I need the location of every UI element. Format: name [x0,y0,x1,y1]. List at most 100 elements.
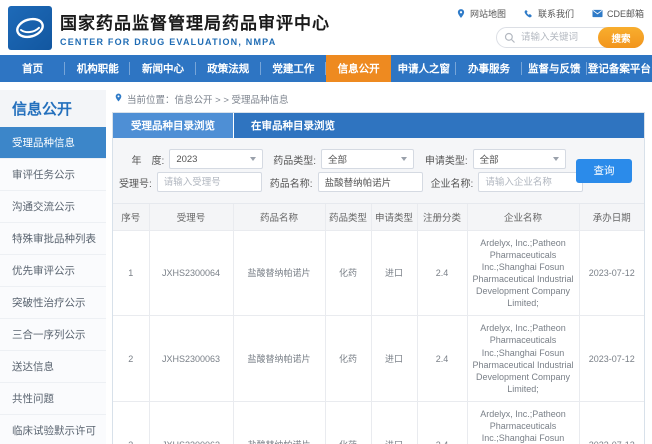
tab-0[interactable]: 受理品种目录浏览 [113,113,233,138]
table-row: 2JXHS2300063盐酸替纳帕诺片化药进口2.4Ardelyx, Inc.;… [113,316,644,402]
table-cell: JXHS2300063 [149,316,233,402]
table-cell: 盐酸替纳帕诺片 [233,230,325,316]
cde-logo [8,6,52,50]
table-cell: Ardelyx, Inc.;Patheon Pharmaceuticals In… [467,402,579,444]
table-cell: 2023-07-12 [579,230,644,316]
nav-item-0[interactable]: 首页 [0,55,65,82]
sidebar: 信息公开 受理品种信息审评任务公示沟通交流公示特殊审批品种列表优先审评公示突破性… [0,90,106,444]
header-right: 网站地图 联系我们 CDE邮箱 搜索 [456,7,644,48]
breadcrumb-text: 当前位置：信息公开 > > 受理品种信息 [127,92,289,106]
table-cell: 盐酸替纳帕诺片 [233,402,325,444]
quick-link-1[interactable]: 联系我们 [524,7,574,20]
filter-row-1: 年 度: 2023 药品类型: 全部 申请类型: 全部 [119,149,574,169]
chevron-down-icon [553,157,559,161]
table-cell: JXHS2300064 [149,230,233,316]
nav-item-5[interactable]: 信息公开 [326,55,391,82]
table-row: 1JXHS2300064盐酸替纳帕诺片化药进口2.4Ardelyx, Inc.;… [113,230,644,316]
tab-1[interactable]: 在审品种目录浏览 [233,113,353,138]
sidebar-item-5[interactable]: 突破性治疗公示 [0,287,106,319]
chevron-down-icon [401,157,407,161]
drug-type-select[interactable]: 全部 [321,149,414,169]
quick-link-2[interactable]: CDE邮箱 [592,7,644,20]
column-header-1: 受理号 [149,204,233,230]
tab-bar: 受理品种目录浏览在审品种目录浏览 [113,113,644,138]
filter-panel: 年 度: 2023 药品类型: 全部 申请类型: 全部 受理号: [113,138,644,204]
year-select[interactable]: 2023 [169,149,262,169]
column-header-7: 承办日期 [579,204,644,230]
table-cell: 化药 [325,402,371,444]
drug-type-label: 药品类型: [271,152,316,167]
main-nav: 首页机构职能新闻中心政策法规党建工作信息公开申请人之窗办事服务监督与反馈登记备案… [0,55,652,82]
content-panel: 受理品种目录浏览在审品种目录浏览 年 度: 2023 药品类型: 全部 申请类型… [112,112,645,444]
table-cell: 盐酸替纳帕诺片 [233,316,325,402]
sidebar-menu: 受理品种信息审评任务公示沟通交流公示特殊审批品种列表优先审评公示突破性治疗公示三… [0,127,106,444]
search-button[interactable]: 搜索 [598,27,644,48]
table-cell: 2.4 [417,316,467,402]
table-cell: 2023-07-12 [579,316,644,402]
sidebar-item-0[interactable]: 受理品种信息 [0,127,106,159]
table-cell: 进口 [371,230,417,316]
column-header-0: 序号 [113,204,149,230]
table-header-row: 序号受理号药品名称药品类型申请类型注册分类企业名称承办日期 [113,204,644,230]
filter-row-2: 受理号: 药品名称: 企业名称: [119,172,574,192]
table-cell: Ardelyx, Inc.;Patheon Pharmaceuticals In… [467,230,579,316]
main-content: 当前位置：信息公开 > > 受理品种信息 受理品种目录浏览在审品种目录浏览 年 … [112,90,645,444]
nav-item-3[interactable]: 政策法规 [196,55,261,82]
table-cell: 化药 [325,230,371,316]
company-input[interactable] [478,172,583,192]
table-cell: 2.4 [417,230,467,316]
site-header: 国家药品监督管理局药品审评中心 CENTER FOR DRUG EVALUATI… [0,0,652,55]
nav-item-4[interactable]: 党建工作 [261,55,326,82]
table-cell: JXHS2300062 [149,402,233,444]
nav-item-7[interactable]: 办事服务 [456,55,521,82]
sidebar-item-2[interactable]: 沟通交流公示 [0,191,106,223]
column-header-3: 药品类型 [325,204,371,230]
chevron-down-icon [250,157,256,161]
table-cell: 1 [113,230,149,316]
header-searchbar: 搜索 [496,27,644,48]
apply-type-select[interactable]: 全部 [473,149,566,169]
nav-item-2[interactable]: 新闻中心 [130,55,195,82]
table-cell: 化药 [325,316,371,402]
table-cell: Ardelyx, Inc.;Patheon Pharmaceuticals In… [467,316,579,402]
year-label: 年 度: [119,152,164,167]
apply-type-label: 申请类型: [422,152,467,167]
sidebar-item-1[interactable]: 审评任务公示 [0,159,106,191]
table-cell: 3 [113,402,149,444]
page-body: 信息公开 受理品种信息审评任务公示沟通交流公示特殊审批品种列表优先审评公示突破性… [0,82,652,444]
column-header-2: 药品名称 [233,204,325,230]
table-row: 3JXHS2300062盐酸替纳帕诺片化药进口2.4Ardelyx, Inc.;… [113,402,644,444]
company-label: 企业名称: [431,175,474,190]
table-cell: 进口 [371,316,417,402]
acceptance-input[interactable] [157,172,262,192]
table-cell: 2.4 [417,402,467,444]
breadcrumb: 当前位置：信息公开 > > 受理品种信息 [112,90,645,112]
sidebar-item-7[interactable]: 送达信息 [0,351,106,383]
column-header-5: 注册分类 [417,204,467,230]
mail-icon [592,9,603,18]
site-subtitle: CENTER FOR DRUG EVALUATION, NMPA [60,37,330,47]
nav-item-9[interactable]: 登记备案平台 [587,55,652,82]
site-title: 国家药品监督管理局药品审评中心 [60,9,330,34]
sidebar-item-8[interactable]: 共性问题 [0,383,106,415]
nav-item-8[interactable]: 监督与反馈 [522,55,587,82]
phone-icon [524,9,534,19]
table-cell: 2023-07-12 [579,402,644,444]
nav-item-1[interactable]: 机构职能 [65,55,130,82]
logo-swoosh-icon [12,10,48,46]
acceptance-label: 受理号: [119,175,152,190]
sidebar-item-9[interactable]: 临床试验默示许可 [0,415,106,444]
nav-item-6[interactable]: 申请人之窗 [391,55,456,82]
location-pin-icon [114,92,123,106]
sidebar-item-6[interactable]: 三合一序列公示 [0,319,106,351]
sidebar-item-4[interactable]: 优先审评公示 [0,255,106,287]
quick-link-0[interactable]: 网站地图 [456,7,506,20]
drug-name-label: 药品名称: [270,175,313,190]
drug-name-input[interactable] [318,172,423,192]
query-button[interactable]: 查询 [576,159,632,183]
column-header-6: 企业名称 [467,204,579,230]
table-cell: 进口 [371,402,417,444]
sidebar-item-3[interactable]: 特殊审批品种列表 [0,223,106,255]
quick-links: 网站地图 联系我们 CDE邮箱 [456,7,644,20]
results-table: 序号受理号药品名称药品类型申请类型注册分类企业名称承办日期 1JXHS23000… [113,204,644,444]
